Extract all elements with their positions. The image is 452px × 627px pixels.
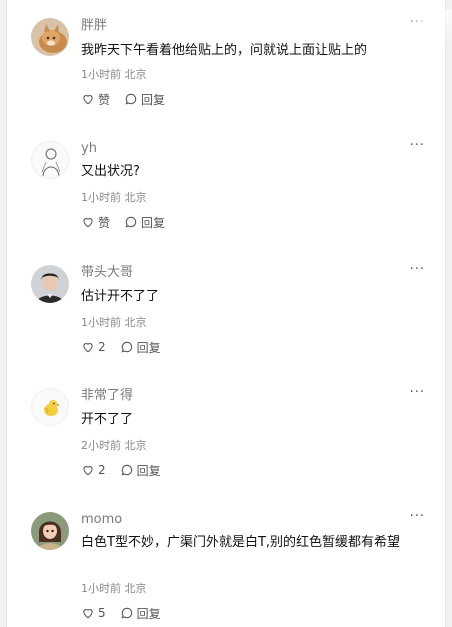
comment-location: 北京	[124, 582, 147, 595]
comment-actions: 2 回复	[81, 462, 175, 478]
reply-label: 回复	[136, 606, 161, 621]
comment-meta: 1小时前 北京	[81, 191, 147, 205]
screen-glare	[312, 10, 452, 130]
reply-button[interactable]: 回复	[120, 339, 161, 356]
comment-meta: 2小时前 北京	[81, 439, 147, 453]
comment-time: 1小时前	[81, 68, 121, 81]
man-portrait-avatar-icon	[31, 265, 69, 303]
like-button[interactable]: 赞	[81, 214, 110, 231]
heart-icon	[83, 466, 93, 476]
reply-bubble-icon	[121, 341, 132, 353]
comment-location: 北京	[124, 439, 147, 452]
comment-actions: 赞 回复	[81, 214, 179, 230]
comment-time: 2小时前	[81, 439, 121, 452]
username[interactable]: 胖胖	[81, 18, 107, 34]
like-count: 2	[98, 463, 106, 477]
heart-icon	[83, 609, 93, 619]
like-button[interactable]: 赞	[81, 91, 110, 108]
heart-icon	[83, 218, 93, 228]
comment-location: 北京	[124, 316, 147, 329]
like-label: 赞	[98, 92, 111, 107]
comment-list: 胖胖 ··· 我昨天下午看着他给贴上的，问就说上面让贴上的 1小时前 北京 赞 …	[6, 0, 452, 627]
like-label: 赞	[98, 215, 111, 230]
username[interactable]: yh	[81, 141, 97, 157]
comment-actions: 5 回复	[81, 605, 175, 621]
avatar[interactable]	[31, 141, 69, 179]
like-count: 2	[98, 340, 106, 354]
comment-time: 1小时前	[81, 582, 121, 595]
sketch-figure-avatar-icon	[32, 142, 68, 178]
avatar[interactable]	[31, 388, 69, 426]
comment-meta: 1小时前 北京	[81, 316, 147, 330]
comment-actions: 2 回复	[81, 339, 175, 355]
reply-button[interactable]: 回复	[124, 214, 165, 231]
more-options-icon[interactable]: ···	[410, 263, 425, 277]
comment-time: 1小时前	[81, 191, 121, 204]
reply-bubble-icon	[121, 464, 132, 476]
like-count: 5	[98, 606, 106, 620]
comment-time: 1小时前	[81, 316, 121, 329]
heart-icon	[83, 95, 93, 105]
more-options-icon[interactable]: ···	[410, 16, 425, 30]
comment-actions: 赞 回复	[81, 91, 179, 107]
avatar[interactable]	[31, 512, 69, 550]
reply-label: 回复	[136, 340, 161, 355]
more-options-icon[interactable]: ···	[410, 386, 425, 400]
girl-cartoon-avatar-icon	[31, 512, 69, 550]
comment-text: 估计开不了了	[81, 289, 160, 304]
reply-button[interactable]: 回复	[124, 91, 165, 108]
avatar[interactable]	[31, 265, 69, 303]
username[interactable]: momo	[81, 512, 122, 528]
reply-label: 回复	[141, 92, 166, 107]
comment-text: 开不了了	[81, 412, 134, 427]
comment-text: 又出状况?	[81, 164, 140, 179]
like-button[interactable]: 2	[81, 463, 106, 477]
username[interactable]: 带头大哥	[81, 265, 133, 281]
reply-bubble-icon	[125, 216, 137, 228]
like-button[interactable]: 5	[81, 606, 106, 620]
heart-icon	[83, 343, 93, 353]
reply-button[interactable]: 回复	[120, 605, 161, 622]
comment-location: 北京	[124, 191, 147, 204]
comment-meta: 1小时前 北京	[81, 68, 147, 82]
reply-button[interactable]: 回复	[120, 462, 161, 479]
like-button[interactable]: 2	[81, 340, 106, 354]
cat-photo-avatar-icon	[31, 18, 69, 56]
comment-text: 白色T型不妙，广渠门外就是白T,别的红色暂缓都有希望	[81, 535, 401, 550]
comment-text: 我昨天下午看着他给贴上的，问就说上面让贴上的	[81, 43, 368, 58]
reply-label: 回复	[136, 463, 161, 478]
reply-label: 回复	[141, 215, 166, 230]
reply-bubble-icon	[125, 93, 137, 105]
avatar[interactable]	[31, 18, 69, 56]
yellow-bird-avatar-icon	[32, 389, 68, 425]
reply-bubble-icon	[121, 607, 132, 619]
comment-meta: 1小时前 北京	[81, 582, 147, 596]
more-options-icon[interactable]: ···	[410, 139, 425, 153]
comment-location: 北京	[124, 68, 147, 81]
username[interactable]: 非常了得	[81, 388, 133, 404]
more-options-icon[interactable]: ···	[410, 510, 425, 524]
